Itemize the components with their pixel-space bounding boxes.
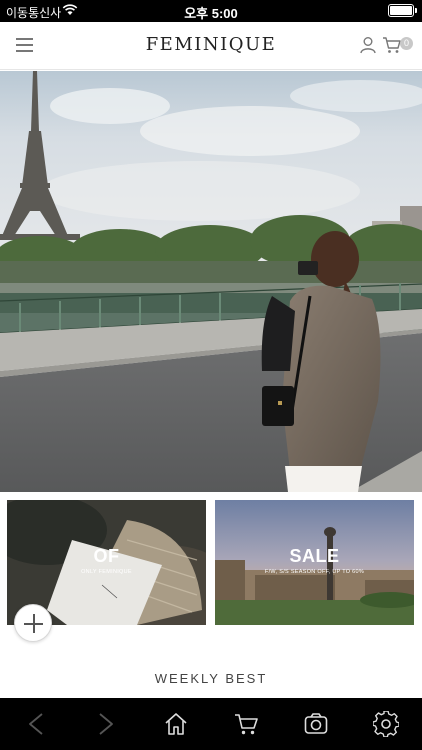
hero-banner[interactable] [0,71,422,492]
forward-arrow-icon[interactable] [92,711,118,737]
sale-banner[interactable]: SALE F/W, S/S SEASON OFF, UP TO 60% [215,500,414,625]
cart-icon[interactable] [382,36,402,54]
cart-count-badge: 0 [400,37,413,50]
camera-icon[interactable] [303,711,329,737]
settings-icon[interactable] [373,711,399,737]
banner-subtitle: ONLY FEMINIQUE [81,569,132,575]
bottom-toolbar [0,698,422,750]
cart-icon[interactable] [233,711,259,737]
status-bar: 이동통신사 오후 5:00 [0,0,422,22]
hero-image [0,71,422,492]
home-icon[interactable] [163,711,189,737]
section-title: WEEKLY BEST [154,671,268,686]
banner-subtitle: F/W, S/S SEASON OFF, UP TO 60% [264,569,365,575]
clock: 오후 5:00 [184,6,238,21]
battery-icon [388,4,417,17]
user-icon[interactable] [359,36,377,54]
banner-title: OF [93,546,120,566]
menu-icon[interactable] [16,38,33,52]
back-arrow-icon[interactable] [24,711,50,737]
plus-icon[interactable] [14,604,52,642]
app-header: FEMINIQUE 0 [0,22,422,70]
banner-title: SALE [289,546,340,566]
